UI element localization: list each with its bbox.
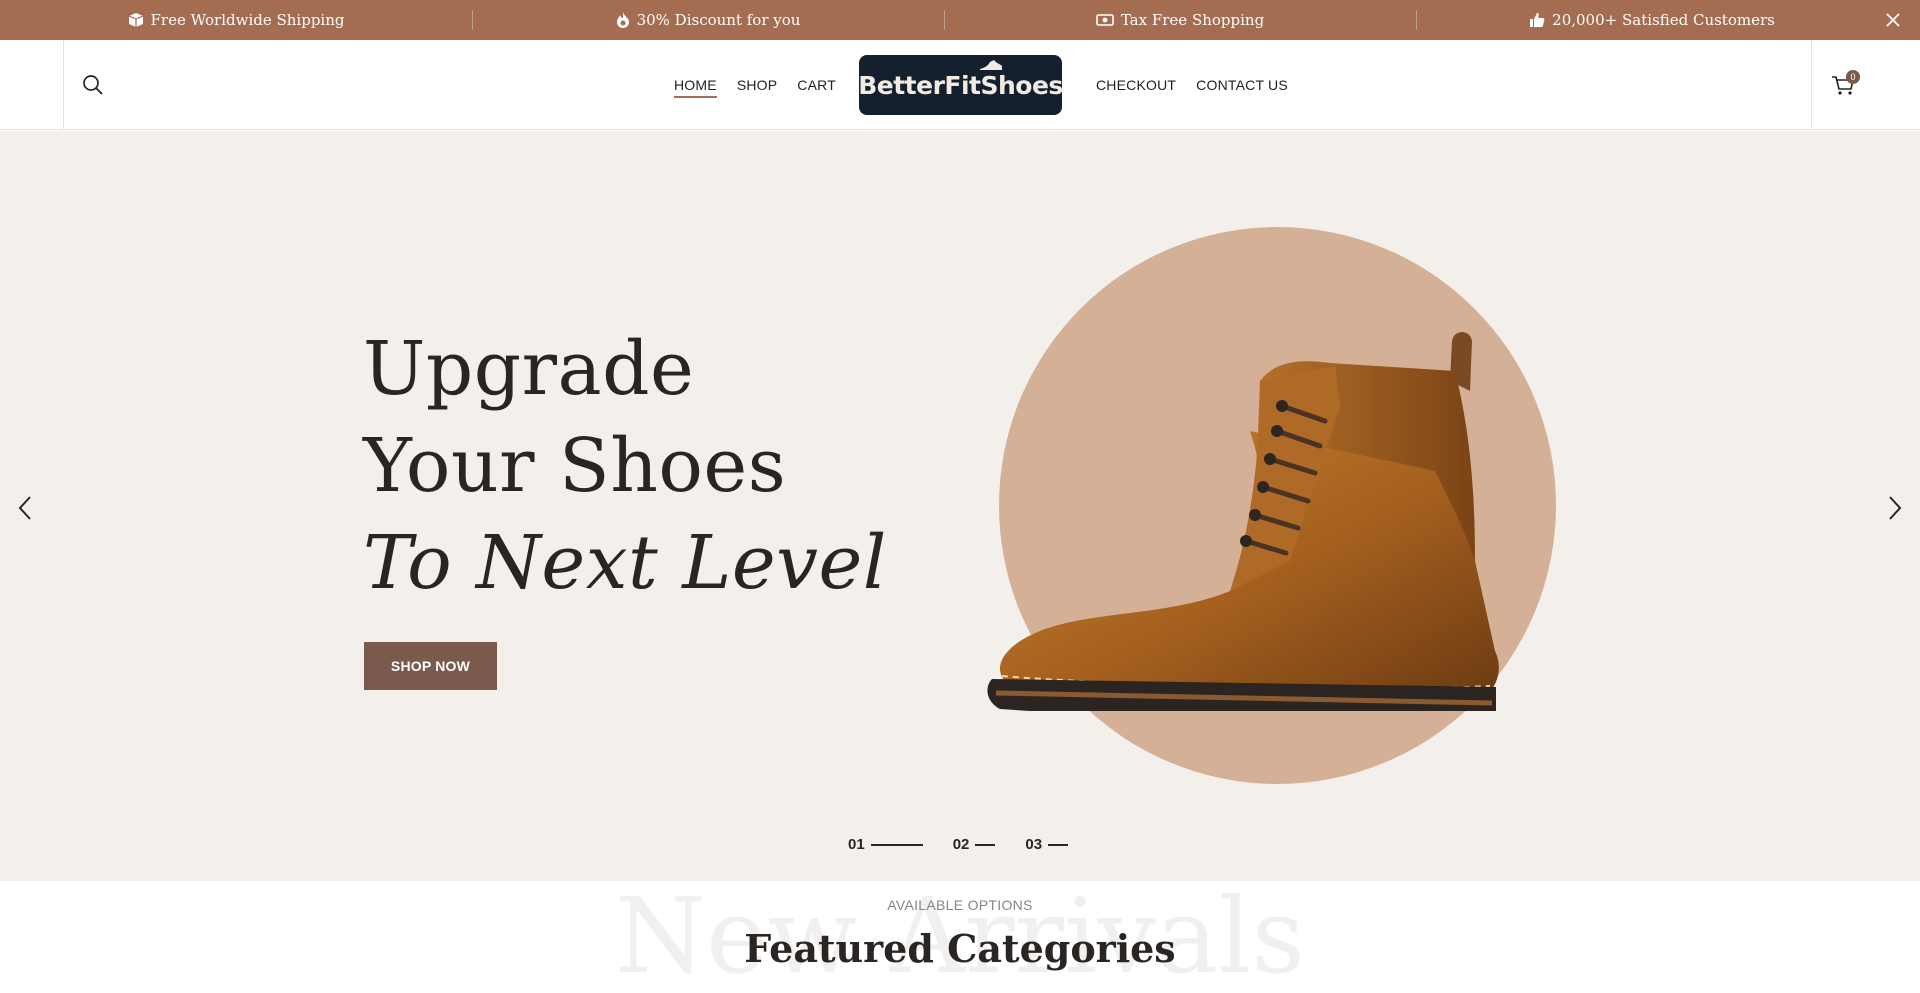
box-icon — [128, 13, 143, 27]
slide-bar — [1048, 843, 1069, 846]
nav-cart[interactable]: CART — [797, 73, 836, 97]
logo-text: BetterFitShoes — [858, 70, 1063, 100]
thumbs-up-icon — [1530, 13, 1545, 27]
search-icon[interactable] — [82, 74, 104, 96]
chevron-right-icon[interactable] — [1882, 493, 1908, 523]
slide-pagination: 01 02 03 — [848, 836, 1069, 853]
chevron-left-icon[interactable] — [12, 493, 38, 523]
announcement-bar: Free Worldwide Shipping 30% Discount for… — [0, 0, 1920, 40]
primary-nav-right: CHECKOUT CONTACT US — [1096, 40, 1288, 130]
slide-dot-3[interactable]: 03 — [1025, 836, 1069, 853]
money-icon — [1096, 14, 1114, 26]
announcement-label: Tax Free Shopping — [1120, 11, 1265, 29]
hero-slider: Upgrade Your Shoes To Next Level SHOP NO… — [0, 131, 1920, 881]
featured-categories-section: New Arrivals AVAILABLE OPTIONS Featured … — [0, 881, 1920, 993]
slide-dot-2[interactable]: 02 — [953, 836, 996, 853]
flame-icon — [616, 12, 629, 28]
hero-line-2: Your Shoes — [363, 423, 787, 509]
cart-count-badge: 0 — [1846, 70, 1860, 84]
slide-active-bar — [870, 843, 923, 846]
section-kicker: AVAILABLE OPTIONS — [887, 897, 1033, 913]
slide-number: 03 — [1025, 836, 1043, 853]
site-logo[interactable]: BetterFitShoes — [858, 55, 1063, 115]
slide-bar — [975, 843, 996, 846]
section-title: Featured Categories — [744, 926, 1176, 971]
nav-contact[interactable]: CONTACT US — [1196, 73, 1288, 97]
close-icon[interactable] — [1884, 11, 1902, 29]
hero-line-1: Upgrade — [363, 326, 695, 412]
announcement-customers: 20,000+ Satisfied Customers — [1416, 0, 1888, 40]
shop-now-button[interactable]: SHOP NOW — [364, 642, 497, 690]
shoe-logo-icon — [980, 60, 1002, 70]
divider — [1811, 40, 1812, 130]
slide-dot-1[interactable]: 01 — [848, 836, 923, 853]
primary-nav-left: HOME SHOP CART — [674, 40, 836, 130]
slide-number: 01 — [848, 836, 865, 853]
announcement-label: Free Worldwide Shipping — [150, 11, 345, 29]
slide-number: 02 — [952, 836, 970, 853]
announcement-tax-free: Tax Free Shopping — [944, 0, 1416, 40]
boot-image — [987, 332, 1499, 711]
site-header: HOME SHOP CART BetterFitShoes CHECKOUT C… — [0, 40, 1920, 130]
hero-heading: Upgrade Your Shoes To Next Level — [363, 321, 887, 612]
nav-shop[interactable]: SHOP — [737, 73, 777, 97]
divider — [63, 40, 64, 130]
nav-checkout[interactable]: CHECKOUT — [1096, 73, 1176, 97]
announcement-label: 20,000+ Satisfied Customers — [1552, 11, 1775, 29]
hero-line-3: To Next Level — [363, 520, 887, 606]
announcement-label: 30% Discount for you — [636, 11, 801, 29]
announcement-discount: 30% Discount for you — [472, 0, 944, 40]
announcement-free-shipping: Free Worldwide Shipping — [0, 0, 472, 40]
nav-home[interactable]: HOME — [674, 73, 717, 98]
